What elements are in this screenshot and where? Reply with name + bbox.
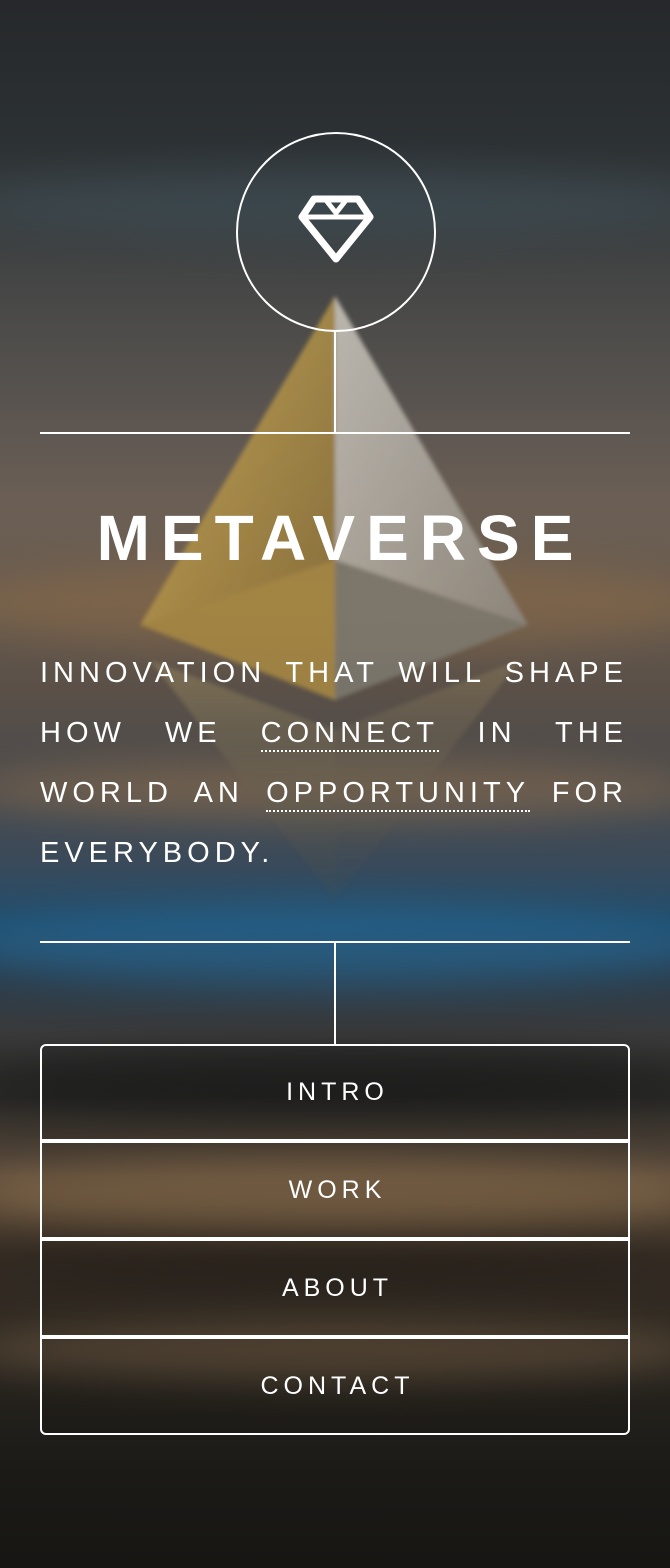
nav-contact-button[interactable]: CONTACT <box>40 1337 630 1435</box>
nav-about-button[interactable]: ABOUT <box>40 1239 630 1337</box>
page: METAVERSE INNOVATION THAT WILL SHAPE HOW… <box>0 0 670 1568</box>
connector-line <box>334 331 336 433</box>
logo-circle <box>236 132 436 332</box>
nav-intro-button[interactable]: INTRO <box>40 1044 630 1141</box>
main-nav: INTRO WORK ABOUT CONTACT <box>40 1044 630 1435</box>
divider <box>40 432 630 434</box>
tagline: INNOVATION THAT WILL SHAPE HOW WE CONNEC… <box>40 643 628 883</box>
page-title: METAVERSE <box>96 502 585 574</box>
diamond-icon <box>298 195 374 269</box>
connect-link[interactable]: CONNECT <box>260 717 439 752</box>
nav-work-button[interactable]: WORK <box>40 1141 630 1239</box>
connector-line <box>334 942 336 1045</box>
opportunity-link[interactable]: OPPORTUNITY <box>266 777 530 812</box>
